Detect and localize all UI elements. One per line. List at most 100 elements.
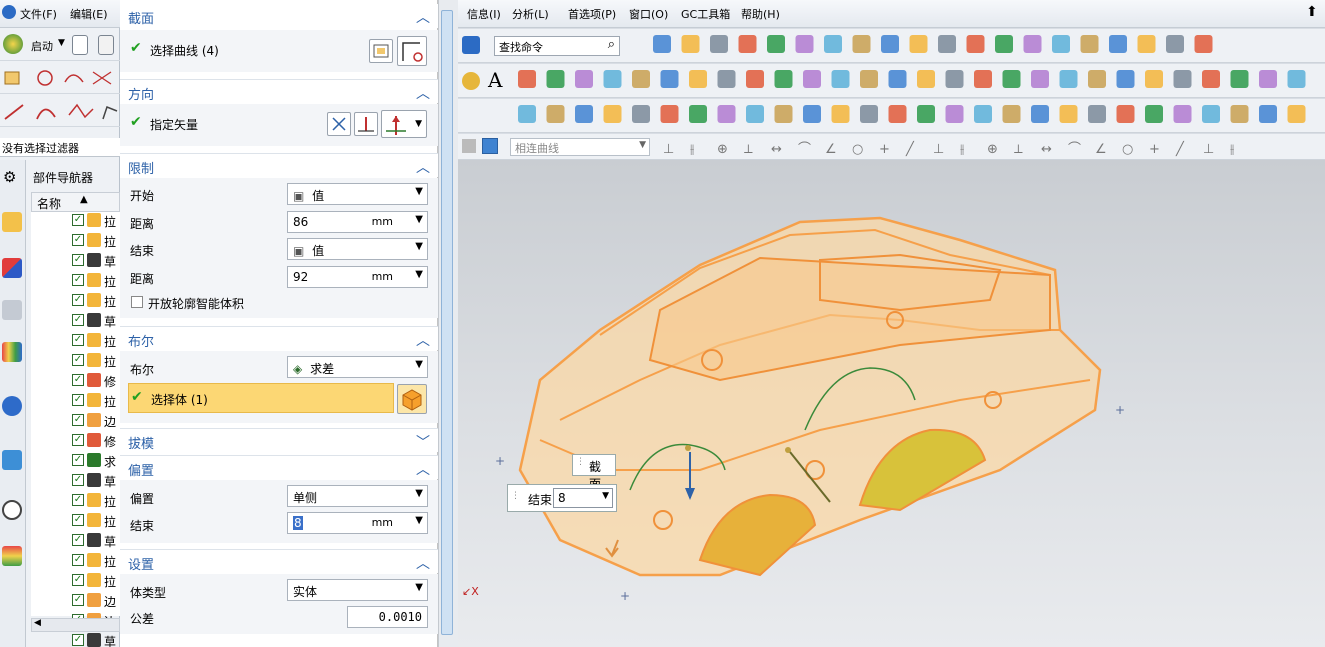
snap-point-icon[interactable]: ∠: [1095, 142, 1107, 157]
toolbar-button-icon[interactable]: [917, 70, 935, 88]
new-file-icon[interactable]: [72, 35, 88, 55]
toolbar-button-icon[interactable]: [1259, 70, 1277, 88]
open-profile-checkbox[interactable]: [131, 296, 143, 308]
visibility-checkbox[interactable]: ✓: [72, 634, 84, 646]
chevron-down-icon[interactable]: ▼: [415, 186, 423, 197]
tree-row[interactable]: ✓ 求: [31, 450, 120, 470]
visibility-checkbox[interactable]: ✓: [72, 214, 84, 226]
snap-point-icon[interactable]: ⊥: [933, 142, 944, 157]
toolbar-button-icon[interactable]: [1173, 70, 1192, 88]
toolbar-button-icon[interactable]: [738, 35, 757, 53]
snap-point-icon[interactable]: ○: [1122, 142, 1133, 157]
toolbar-button-icon[interactable]: [1287, 105, 1306, 123]
visibility-checkbox[interactable]: ✓: [72, 574, 84, 586]
tree-row[interactable]: ✓边: [31, 410, 120, 430]
visibility-checkbox[interactable]: ✓: [72, 534, 84, 546]
chevron-down-icon[interactable]: ▼: [415, 582, 423, 593]
snap-point-icon[interactable]: ○: [852, 142, 863, 157]
snap-point-icon[interactable]: ⌒: [1068, 142, 1081, 157]
snap-point-icon[interactable]: ⫲: [690, 142, 694, 157]
menu-file[interactable]: 文件(F): [20, 6, 57, 22]
start-icon[interactable]: [3, 34, 23, 54]
toolbar-button-icon[interactable]: [717, 70, 736, 88]
tree-row[interactable]: ✓ 草: [31, 250, 120, 270]
toolbar-button-icon[interactable]: [1230, 70, 1249, 88]
offset-end-input[interactable]: 8 mm ▼: [287, 512, 428, 534]
toolbar-button-icon[interactable]: [831, 70, 850, 88]
toolbar-button-icon[interactable]: [632, 70, 650, 88]
offset-type-select[interactable]: 单侧 ▼: [287, 485, 428, 507]
reuse-library-icon[interactable]: [2, 342, 22, 362]
snap-point-icon[interactable]: +: [879, 142, 890, 157]
toolbar-button-icon[interactable]: [1109, 35, 1127, 53]
toolbar-button-icon[interactable]: [1173, 105, 1192, 123]
web-browser-icon[interactable]: [2, 450, 22, 470]
chevron-down-icon[interactable]: ▼: [415, 269, 423, 280]
toolbar-button-icon[interactable]: [746, 70, 764, 88]
tree-row[interactable]: ✓ 修: [31, 430, 120, 450]
snap-point-icon[interactable]: ↔: [1041, 142, 1052, 157]
toolbar-button-icon[interactable]: [917, 105, 935, 123]
toolbar-button-icon[interactable]: [1002, 105, 1021, 123]
snap-point-icon[interactable]: +: [1149, 142, 1160, 157]
toolbar-button-icon[interactable]: [603, 105, 622, 123]
section-header-section[interactable]: 截面 ︿: [120, 4, 438, 28]
chevron-down-icon[interactable]: ▼: [415, 488, 423, 499]
assembly-navigator-icon[interactable]: [2, 212, 22, 232]
dialog-scroll-thumb[interactable]: [441, 10, 453, 635]
tree-row[interactable]: ✓ 草: [31, 530, 120, 550]
visibility-checkbox[interactable]: ✓: [72, 474, 84, 486]
end-onscreen-input[interactable]: ⋮ 结束 8 ▼: [507, 484, 617, 512]
toolbar-button-icon[interactable]: [1059, 70, 1078, 88]
settings-icon[interactable]: ⚙: [3, 168, 16, 186]
collapse-icon[interactable]: ︿: [416, 7, 430, 27]
end-distance-input[interactable]: 92 mm ▼: [287, 266, 428, 288]
toolbar-button-icon[interactable]: [575, 70, 593, 88]
toolbar-button-icon[interactable]: [710, 35, 728, 53]
toolbar-button-icon[interactable]: [852, 35, 871, 53]
toolbar-button-icon[interactable]: [660, 105, 679, 123]
tree-row[interactable]: ✓ 拉: [31, 550, 120, 570]
toolbar-button-icon[interactable]: [888, 70, 907, 88]
scroll-left-icon[interactable]: ◀: [34, 618, 41, 628]
visibility-checkbox[interactable]: ✓: [72, 554, 84, 566]
start-type-select[interactable]: ▣ 值 ▼: [287, 183, 428, 205]
toolbar-button-icon[interactable]: [938, 35, 956, 53]
menu-analysis[interactable]: 分析(L): [512, 6, 549, 22]
toolbar-button-icon[interactable]: [1080, 35, 1099, 53]
history-icon[interactable]: [2, 500, 22, 520]
section-header-direction[interactable]: 方向 ︿: [120, 79, 438, 103]
boolean-select[interactable]: ◈ 求差 ▼: [287, 356, 428, 378]
toolbar-button-icon[interactable]: [774, 105, 793, 123]
sort-ascending-icon[interactable]: ▲: [80, 194, 88, 205]
snap-point-icon[interactable]: ⌒: [798, 142, 811, 157]
section-header-settings[interactable]: 设置 ︿: [120, 549, 438, 573]
selection-filter[interactable]: 没有选择过滤器: [0, 138, 120, 157]
open-file-icon[interactable]: [98, 35, 114, 55]
collapse-icon[interactable]: ︿: [416, 553, 430, 573]
visibility-checkbox[interactable]: ✓: [72, 314, 84, 326]
toolbar-button-icon[interactable]: [945, 105, 964, 123]
toolbar-button-icon[interactable]: [1088, 105, 1106, 123]
toolbar-button-icon[interactable]: [945, 70, 964, 88]
toolbar-button-icon[interactable]: [1052, 35, 1070, 53]
snap-point-icon[interactable]: ⊕: [717, 142, 728, 157]
toolbar-button-icon[interactable]: [774, 70, 793, 88]
toolbar-button-icon[interactable]: [1166, 35, 1184, 53]
toolbar-button-icon[interactable]: [1145, 70, 1163, 88]
toolbar-button-icon[interactable]: [881, 35, 899, 53]
tree-row[interactable]: ✓ 拉: [31, 270, 120, 290]
snap-point-icon[interactable]: ∠: [825, 142, 837, 157]
select-body-button[interactable]: [397, 384, 427, 414]
start-distance-input[interactable]: 86 mm ▼: [287, 211, 428, 233]
visibility-checkbox[interactable]: ✓: [72, 494, 84, 506]
collapse-icon[interactable]: ︿: [416, 459, 430, 479]
snap-point-icon[interactable]: ↔: [771, 142, 782, 157]
visibility-checkbox[interactable]: ✓: [72, 374, 84, 386]
hd3d-icon[interactable]: [2, 396, 22, 416]
name-column-header[interactable]: 名称 ▲: [31, 192, 120, 212]
graphics-window[interactable]: + + + ↙X ⋮ 截面 ⋮ 结束 8 ▼: [458, 160, 1325, 647]
curve-tools-icon[interactable]: [3, 68, 113, 90]
toolbar-button-icon[interactable]: [1287, 70, 1306, 88]
tree-row[interactable]: ✓ 拉: [31, 490, 120, 510]
